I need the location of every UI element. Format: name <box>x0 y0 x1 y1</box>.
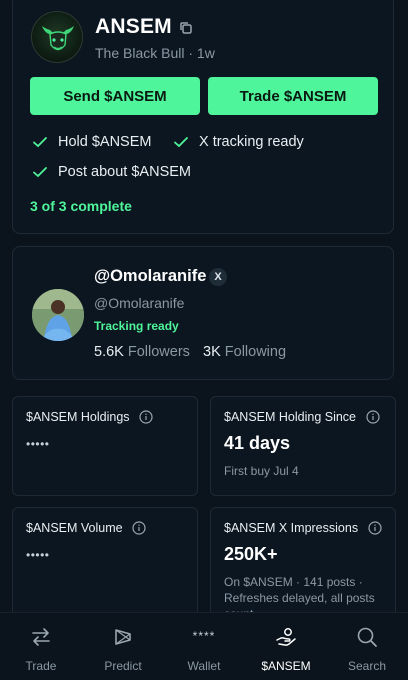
followers-label: Followers <box>127 344 190 360</box>
nav-item-search[interactable]: Search <box>326 613 408 680</box>
token-card: ANSEM The Black Bull · 1w Send $ANSEM Tr… <box>12 0 394 234</box>
holdings-title: $ANSEM Holdings <box>26 410 153 424</box>
tracking-status: Tracking ready <box>94 319 179 333</box>
checklist-label: X tracking ready <box>199 134 304 150</box>
profile-username: @Omolaranife <box>94 295 185 311</box>
avatar <box>32 289 84 341</box>
token-avatar <box>31 11 83 63</box>
holding-since-note: First buy Jul 4 <box>224 464 299 478</box>
followers-stat: 5.6K Followers <box>94 344 190 360</box>
holdings-value: ••••• <box>26 437 50 451</box>
send-button[interactable]: Send $ANSEM <box>30 77 200 115</box>
holding-since-card: $ANSEM Holding Since 41 days First buy J… <box>210 396 396 496</box>
holding-since-value: 41 days <box>224 433 291 453</box>
nav-item-ansem[interactable]: $ANSEM <box>245 613 327 680</box>
holding-since-title: $ANSEM Holding Since <box>224 410 380 424</box>
token-name: ANSEM <box>95 15 172 38</box>
predict-icon <box>115 629 131 645</box>
info-icon[interactable] <box>365 410 380 424</box>
holdings-card: $ANSEM Holdings ••••• <box>12 396 198 496</box>
nav-item-predict[interactable]: Predict <box>82 613 164 680</box>
impressions-title: $ANSEM X Impressions <box>224 521 382 535</box>
x-logo-icon: X <box>209 268 227 286</box>
nav-label: Predict <box>104 659 142 673</box>
checklist-label: Hold $ANSEM <box>58 134 152 150</box>
check-icon <box>33 167 47 178</box>
nav-label: $ANSEM <box>261 659 311 673</box>
profile-photo-icon <box>32 289 84 341</box>
impressions-title-text: $ANSEM X Impressions <box>224 521 359 535</box>
following-stat: 3K Following <box>203 344 286 360</box>
hand-coin-icon <box>276 628 296 646</box>
checklist-item-hold: Hold $ANSEM <box>32 134 151 150</box>
followers-count: 5.6K <box>94 344 124 360</box>
profile-handle[interactable]: @Omolaranife <box>94 267 206 286</box>
token-subtitle: The Black Bull · 1w <box>95 45 215 61</box>
trade-button[interactable]: Trade $ANSEM <box>208 77 378 115</box>
volume-title: $ANSEM Volume <box>26 521 146 535</box>
token-screen: ANSEM The Black Bull · 1w Send $ANSEM Tr… <box>0 0 408 680</box>
volume-title-text: $ANSEM Volume <box>26 521 123 535</box>
check-icon <box>33 137 47 148</box>
following-label: Following <box>224 344 287 360</box>
following-count: 3K <box>203 344 221 360</box>
checklist-label: Post about $ANSEM <box>58 164 191 180</box>
copy-icon[interactable] <box>178 20 194 36</box>
wallet-dots-icon: **** <box>192 629 216 643</box>
nav-label: Search <box>347 659 387 673</box>
info-icon[interactable] <box>132 521 146 535</box>
bottom-nav: Trade Predict **** Wallet $ANSEM Search <box>0 612 408 680</box>
checklist-item-post: Post about $ANSEM <box>32 164 191 180</box>
volume-value: ••••• <box>26 548 50 562</box>
holdings-title-text: $ANSEM Holdings <box>26 410 130 424</box>
nav-item-trade[interactable]: Trade <box>0 613 82 680</box>
checklist-item-x-tracking: X tracking ready <box>173 134 304 150</box>
bull-logo-icon <box>42 26 74 51</box>
impressions-card: $ANSEM X Impressions 250K+ On $ANSEM · 1… <box>210 507 396 627</box>
info-icon[interactable] <box>367 521 382 535</box>
checklist-progress: 3 of 3 complete <box>30 198 132 214</box>
info-icon[interactable] <box>139 410 153 424</box>
search-icon <box>357 627 377 647</box>
holding-since-title-text: $ANSEM Holding Since <box>224 410 357 424</box>
nav-item-wallet[interactable]: **** Wallet <box>163 613 245 680</box>
profile-card[interactable]: @Omolaranife X @Omolaranife Tracking rea… <box>12 246 394 380</box>
swap-arrows-icon <box>32 628 50 646</box>
impressions-value: 250K+ <box>224 544 278 564</box>
volume-card: $ANSEM Volume ••••• <box>12 507 198 627</box>
nav-label: Wallet <box>187 659 221 673</box>
check-icon <box>174 137 188 148</box>
nav-label: Trade <box>25 659 57 673</box>
